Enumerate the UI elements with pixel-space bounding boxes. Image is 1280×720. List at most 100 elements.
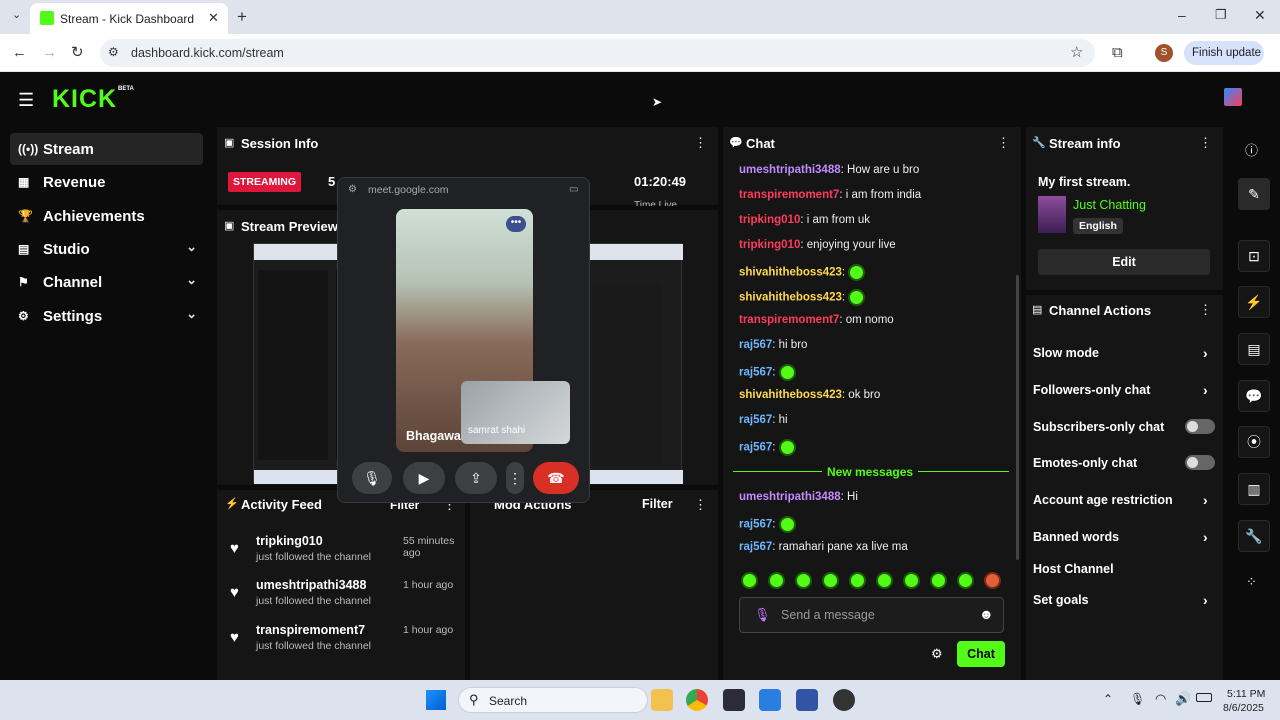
sidebar-item-studio[interactable]: ▤ Studio ⌄ bbox=[10, 233, 203, 265]
app-icon[interactable] bbox=[723, 689, 745, 711]
sidebar-item-settings[interactable]: ⚙ Settings ⌄ bbox=[10, 300, 203, 332]
chat-send-button[interactable]: Chat bbox=[957, 641, 1005, 667]
kick-logo[interactable]: KICK bbox=[52, 85, 117, 114]
present-screen-icon[interactable]: ⇪ bbox=[455, 462, 497, 494]
info-icon[interactable]: ⓘ bbox=[1245, 140, 1258, 159]
emote-icon[interactable] bbox=[849, 572, 866, 589]
chat-username[interactable]: shivahitheboss423 bbox=[739, 389, 842, 401]
emoji-icon[interactable]: ☻ bbox=[979, 606, 994, 622]
tray-mic-icon[interactable]: 🎙 bbox=[1130, 692, 1145, 706]
reload-icon[interactable]: ↻ bbox=[71, 45, 84, 60]
chat-username[interactable]: raj567 bbox=[739, 339, 772, 351]
clock-time[interactable]: 5:11 PM bbox=[1227, 688, 1265, 700]
meet-return-icon[interactable]: ▭ bbox=[569, 184, 578, 195]
chat-username[interactable]: transpiremoment7 bbox=[739, 314, 839, 326]
lightning-icon[interactable]: ⚡ bbox=[1238, 286, 1270, 318]
camera-icon[interactable]: ▶ bbox=[403, 462, 445, 494]
profile-avatar[interactable]: S bbox=[1155, 44, 1173, 62]
mic-icon[interactable]: 🎙 bbox=[352, 462, 392, 494]
finish-update-button[interactable]: Finish update bbox=[1184, 41, 1264, 65]
forward-icon[interactable]: → bbox=[42, 45, 57, 60]
battery-icon[interactable] bbox=[1196, 693, 1212, 702]
app-icon[interactable] bbox=[796, 689, 818, 711]
user-avatar[interactable] bbox=[1224, 88, 1242, 106]
mic-icon[interactable]: 🎙 bbox=[754, 607, 771, 623]
channel-actions-menu-icon[interactable]: ⋮ bbox=[1199, 302, 1212, 318]
chat-bubble-icon[interactable]: 💬 bbox=[1238, 380, 1270, 412]
emote-icon[interactable] bbox=[957, 572, 974, 589]
emote-icon[interactable] bbox=[876, 572, 893, 589]
volume-icon[interactable]: 🔊 bbox=[1175, 691, 1191, 707]
file-explorer-icon[interactable] bbox=[651, 689, 673, 711]
account-age-action[interactable]: Account age restriction › bbox=[1033, 492, 1208, 508]
chat-username[interactable]: umeshtripathi3488 bbox=[739, 491, 841, 503]
sidebar-item-stream[interactable]: ((•)) Stream bbox=[10, 133, 203, 165]
sidebar-item-achievements[interactable]: 🏆 Achievements bbox=[10, 200, 203, 232]
layout-icon[interactable]: ▥ bbox=[1238, 473, 1270, 505]
emote-icon[interactable] bbox=[984, 572, 1001, 589]
robot-icon[interactable]: ⊡ bbox=[1238, 240, 1270, 272]
tab-close-icon[interactable]: ✕ bbox=[208, 11, 219, 24]
maximize-icon[interactable]: ❐ bbox=[1215, 8, 1227, 21]
meet-more-icon[interactable]: ••• bbox=[506, 216, 526, 232]
clock-date[interactable]: 8/6/2025 bbox=[1223, 702, 1264, 714]
chat-username[interactable]: shivahitheboss423 bbox=[739, 292, 842, 304]
browser-tab[interactable]: Stream - Kick Dashboard ✕ bbox=[30, 3, 228, 34]
hamburger-menu-icon[interactable]: ☰ bbox=[18, 90, 34, 111]
meet-options-icon[interactable]: ⋮ bbox=[506, 462, 524, 494]
emote-icon[interactable] bbox=[930, 572, 947, 589]
minimize-icon[interactable]: – bbox=[1178, 8, 1186, 22]
tools-icon[interactable]: 🔧 bbox=[1238, 520, 1270, 552]
omnibox[interactable]: ⚙ dashboard.kick.com/stream ☆ bbox=[100, 39, 1095, 67]
set-goals-action[interactable]: Set goals › bbox=[1033, 592, 1208, 608]
broadcast-icon[interactable]: ⦿ bbox=[1238, 426, 1270, 458]
emotes-only-toggle[interactable] bbox=[1185, 455, 1215, 470]
extensions-icon[interactable]: ⧉ bbox=[1112, 45, 1123, 60]
chat-username[interactable]: raj567 bbox=[739, 519, 772, 531]
mod-filter-button[interactable]: Filter bbox=[642, 497, 673, 511]
chat-username[interactable]: raj567 bbox=[739, 442, 772, 454]
emote-icon[interactable] bbox=[822, 572, 839, 589]
sidebar-item-channel[interactable]: ⚑ Channel ⌄ bbox=[10, 266, 203, 298]
app-icon[interactable] bbox=[833, 689, 855, 711]
tab-list-icon[interactable]: ⌄ bbox=[12, 10, 21, 21]
slow-mode-action[interactable]: Slow mode › bbox=[1033, 345, 1208, 361]
nodes-icon[interactable]: ⁘ bbox=[1246, 574, 1257, 590]
emote-icon[interactable] bbox=[903, 572, 920, 589]
session-menu-icon[interactable]: ⋮ bbox=[694, 135, 707, 151]
chat-scrollbar[interactable] bbox=[1016, 275, 1019, 560]
subscribers-only-toggle[interactable] bbox=[1185, 419, 1215, 434]
emote-icon[interactable] bbox=[795, 572, 812, 589]
bookmark-star-icon[interactable]: ☆ bbox=[1070, 45, 1083, 60]
emote-icon[interactable] bbox=[741, 572, 758, 589]
windows-start-icon[interactable] bbox=[426, 690, 446, 710]
chat-username[interactable]: transpiremoment7 bbox=[739, 189, 839, 201]
wifi-icon[interactable]: ◠ bbox=[1155, 691, 1166, 707]
sidebar-item-revenue[interactable]: ▦ Revenue bbox=[10, 166, 203, 198]
chat-username[interactable]: umeshtripathi3488 bbox=[739, 164, 841, 176]
mod-menu-icon[interactable]: ⋮ bbox=[694, 497, 707, 513]
chat-username[interactable]: raj567 bbox=[739, 414, 772, 426]
site-info-icon[interactable]: ⚙ bbox=[108, 46, 119, 58]
back-icon[interactable]: ← bbox=[12, 45, 27, 60]
chrome-icon[interactable] bbox=[686, 689, 708, 711]
stream-info-menu-icon[interactable]: ⋮ bbox=[1199, 135, 1212, 151]
emote-icon[interactable] bbox=[768, 572, 785, 589]
window-close-icon[interactable]: ✕ bbox=[1254, 8, 1266, 22]
app-icon[interactable] bbox=[759, 689, 781, 711]
document-icon[interactable]: ▤ bbox=[1238, 333, 1270, 365]
taskbar-search[interactable]: ⚲ Search bbox=[458, 687, 648, 713]
leave-call-icon[interactable]: ☎ bbox=[533, 462, 579, 494]
followers-only-action[interactable]: Followers-only chat › bbox=[1033, 382, 1208, 398]
banned-words-action[interactable]: Banned words › bbox=[1033, 529, 1208, 545]
chat-username[interactable]: tripking010 bbox=[739, 239, 800, 251]
chat-username[interactable]: raj567 bbox=[739, 367, 772, 379]
chat-settings-icon[interactable]: ⚙ bbox=[931, 646, 943, 662]
host-channel-action[interactable]: Host Channel bbox=[1033, 562, 1114, 576]
chat-username[interactable]: tripking010 bbox=[739, 214, 800, 226]
chat-input[interactable]: 🎙 Send a message ☻ bbox=[739, 597, 1004, 633]
chat-username[interactable]: raj567 bbox=[739, 541, 772, 553]
edit-pencil-icon[interactable]: ✎ bbox=[1238, 178, 1270, 210]
tray-chevron-icon[interactable]: ⌃ bbox=[1103, 692, 1113, 706]
edit-button[interactable]: Edit bbox=[1038, 249, 1210, 275]
